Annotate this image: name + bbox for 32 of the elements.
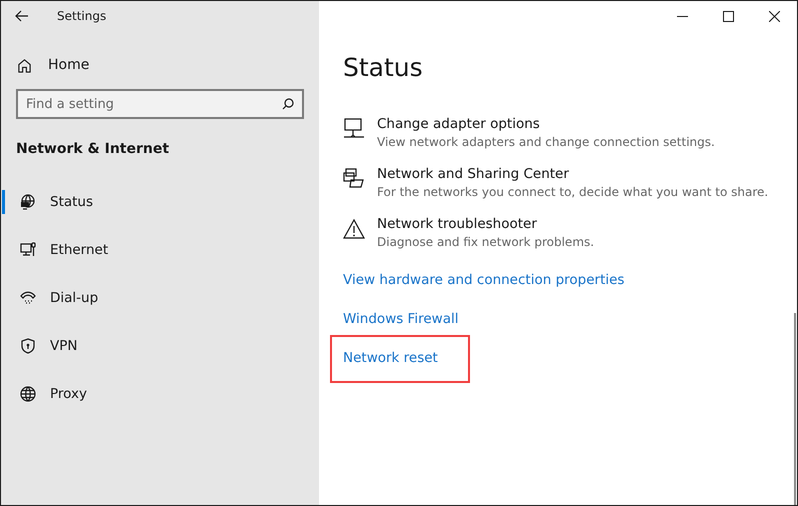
option-description: Diagnose and fix network problems. [377, 235, 594, 249]
shield-icon [20, 338, 36, 354]
back-arrow-icon[interactable] [15, 10, 29, 22]
option-title[interactable]: Change adapter options [377, 116, 715, 132]
page-heading: Status [343, 53, 424, 82]
settings-link[interactable]: Network reset [332, 337, 468, 381]
home-link[interactable]: Home [17, 57, 90, 73]
window-title: Settings [57, 9, 106, 23]
maximize-icon[interactable] [722, 10, 734, 22]
home-icon [17, 58, 32, 72]
nav-item[interactable]: Ethernet [2, 238, 319, 262]
settings-link[interactable]: Windows Firewall [343, 310, 458, 329]
computer-network-icon [343, 118, 365, 139]
computers-folder-icon [343, 168, 365, 189]
nav-item[interactable]: Dial-up [2, 286, 319, 310]
option-description: View network adapters and change connection settings. [377, 135, 715, 149]
search-icon [282, 98, 294, 110]
section-heading: Network & Internet [16, 141, 170, 157]
close-icon[interactable] [768, 10, 780, 22]
option-description: For the networks you connect to, decide what you want to share. [377, 185, 768, 199]
search-field[interactable]: Find a setting [16, 89, 304, 119]
warning-icon [343, 218, 365, 239]
option-title[interactable]: Network troubleshooter [377, 216, 594, 232]
settings-link[interactable]: View hardware and connection properties [343, 271, 624, 290]
globe-icon [20, 386, 36, 402]
computer-icon [20, 242, 36, 258]
phone-icon [20, 290, 36, 306]
globe-monitor-icon [20, 194, 36, 210]
nav-item[interactable]: Proxy [2, 382, 319, 406]
nav-item[interactable]: VPN [2, 334, 319, 358]
option-title[interactable]: Network and Sharing Center [377, 166, 768, 182]
scrollbar[interactable] [794, 313, 796, 505]
